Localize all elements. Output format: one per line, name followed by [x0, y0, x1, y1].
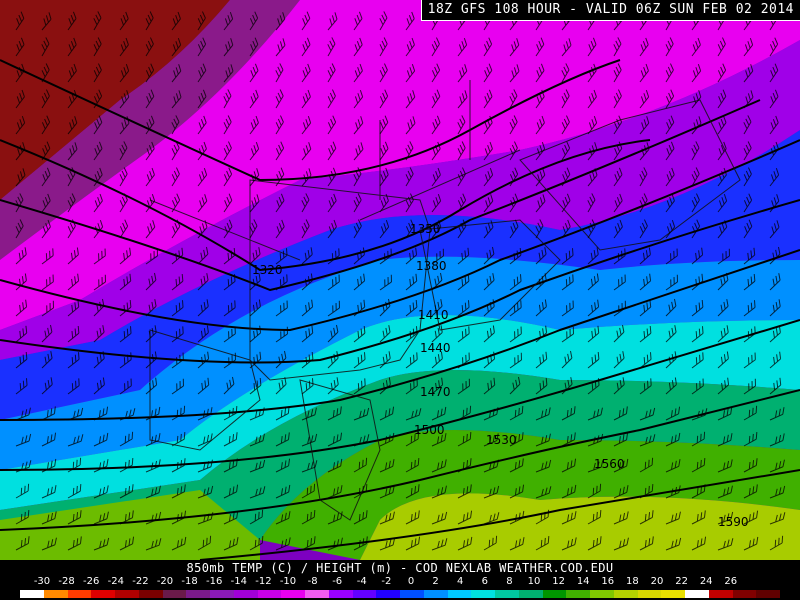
- colorbar-swatch: [305, 590, 329, 598]
- colorbar-tick-label: 16: [601, 576, 615, 587]
- contour-label: 1410: [418, 308, 449, 322]
- contour-label: 1560: [594, 457, 625, 471]
- colorbar-swatch: [43, 590, 68, 598]
- weather-map-frame: 1350 1320 1380 1410 1440 1470 1500 1530 …: [0, 0, 800, 600]
- colorbar-tick-label: 18: [626, 576, 639, 587]
- colorbar-tick-label: 20: [650, 576, 664, 587]
- colorbar-tick-label: -28: [58, 576, 75, 587]
- colorbar-tick-label: -18: [181, 576, 198, 587]
- colorbar-swatch: [495, 590, 519, 598]
- contour-label: 1320: [252, 263, 283, 277]
- colorbar-tick-label: 26: [724, 576, 738, 587]
- colorbar-tick-label: 10: [527, 576, 541, 587]
- contour-label: 1440: [420, 341, 451, 355]
- colorbar-swatch: [376, 590, 400, 598]
- colorbar-swatch: [281, 590, 305, 598]
- colorbar-swatch: [637, 590, 662, 598]
- colorbar-swatch: [20, 590, 44, 598]
- colorbar-swatch: [352, 590, 377, 598]
- colorbar-tick-label: -30: [33, 576, 51, 587]
- colorbar-swatch: [471, 590, 495, 598]
- colorbar-tick-label: -12: [255, 576, 272, 587]
- colorbar-tick-label: -14: [230, 576, 247, 587]
- colorbar-swatch: [613, 590, 638, 598]
- colorbar-swatch: [708, 590, 733, 598]
- colorbar: [20, 590, 780, 598]
- colorbar-tick-label: -4: [356, 576, 367, 587]
- colorbar-swatch: [423, 590, 448, 598]
- colorbar-swatch: [400, 590, 424, 598]
- colorbar-tick-label: -26: [83, 576, 100, 587]
- colorbar-swatch: [162, 590, 187, 598]
- colorbar-swatch: [756, 590, 780, 598]
- colorbar-swatch: [257, 590, 282, 598]
- colorbar-tick-label: 14: [576, 576, 590, 587]
- colorbar-swatch: [328, 590, 353, 598]
- colorbar-swatch: [233, 590, 258, 598]
- colorbar-tick-label: 0: [407, 576, 415, 587]
- colorbar-tick-label: 6: [481, 576, 488, 587]
- colorbar-swatch: [685, 590, 709, 598]
- colorbar-swatch: [210, 590, 234, 598]
- legend-footer: 850mb TEMP (C) / HEIGHT (m) - COD NEXLAB…: [0, 560, 800, 600]
- contour-label: 1500: [414, 423, 445, 437]
- colorbar-tick-label: 22: [675, 576, 688, 587]
- colorbar-swatch: [590, 590, 614, 598]
- contour-label: 1470: [420, 385, 451, 399]
- contour-label: 1350: [410, 222, 441, 236]
- colorbar-swatch: [115, 590, 139, 598]
- colorbar-tick-label: -10: [279, 576, 297, 587]
- colorbar-swatch: [186, 590, 210, 598]
- colorbar-tick-label: 8: [506, 576, 513, 587]
- colorbar-tick-label: -16: [206, 576, 223, 587]
- colorbar-tick-label: -24: [107, 576, 124, 587]
- colorbar-swatch: [138, 590, 163, 598]
- colorbar-tick-label: -8: [307, 576, 318, 587]
- colorbar-swatch: [447, 590, 472, 598]
- colorbar-tick-label: -20: [156, 576, 174, 587]
- colorbar-labels: -30 -28 -26 -24 -22 -20 -18 -16 -14 -12 -10 -8 -6 -4-…: [0, 576, 800, 588]
- temperature-map: 1350 1320 1380 1410 1440 1470 1500 1530 …: [0, 0, 800, 600]
- colorbar-swatch: [566, 590, 590, 598]
- footer-caption: 850mb TEMP (C) / HEIGHT (m) - COD NEXLAB…: [186, 561, 614, 575]
- contour-label: 1530: [486, 433, 517, 447]
- colorbar-swatch: [67, 590, 92, 598]
- colorbar-swatch: [518, 590, 543, 598]
- contour-label: 1590: [718, 515, 749, 529]
- colorbar-tick-label: 2: [432, 576, 439, 587]
- colorbar-swatch: [661, 590, 685, 598]
- colorbar-swatch: [542, 590, 567, 598]
- colorbar-swatch: [91, 590, 115, 598]
- colorbar-tick-label: -6: [332, 576, 343, 587]
- colorbar-tick-label: -22: [132, 576, 149, 587]
- colorbar-swatch: [732, 590, 757, 598]
- colorbar-tick-label: -2: [381, 576, 392, 587]
- colorbar-tick-label: 24: [699, 576, 713, 587]
- colorbar-tick-label: 12: [552, 576, 565, 587]
- contour-label: 1380: [416, 259, 447, 273]
- colorbar-tick-label: 4: [457, 576, 464, 587]
- map-title: 18Z GFS 108 HOUR - VALID 06Z SUN FEB 02 …: [420, 0, 800, 21]
